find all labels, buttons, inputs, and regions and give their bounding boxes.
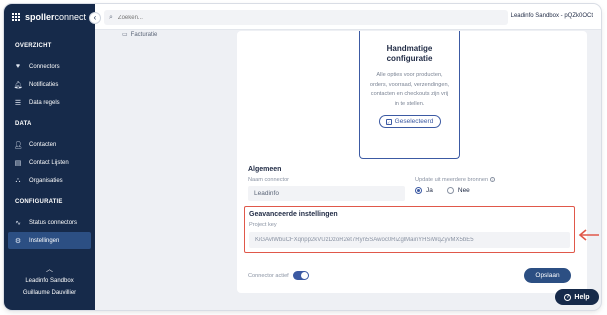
project-key-field[interactable] [249, 232, 570, 248]
advanced-heading: Geavanceerde instellingen [249, 211, 338, 218]
config-title: Handmatige configuratie [360, 44, 459, 64]
info-icon[interactable]: i [489, 177, 495, 183]
search-input[interactable] [117, 14, 498, 21]
bell-icon: 🔔︎ [13, 81, 23, 89]
sidebar-item-label: Status connectors [29, 219, 78, 226]
section-heading-configuratie: CONFIGURATIE [15, 199, 63, 205]
invoice-icon: ▭ [122, 32, 128, 38]
advanced-settings-highlight: Geavanceerde instellingen Project key [244, 206, 575, 253]
chevron-up-icon: ︿ [46, 266, 53, 273]
sidebar-item-label: Data regels [29, 99, 60, 106]
user-icon: 👤︎ [13, 141, 23, 149]
sidebar-item-connectors[interactable]: ♥ Connectors [8, 58, 91, 75]
sidebar-item-contacten[interactable]: 👤︎ Contacten [8, 136, 91, 153]
brand-name-a: spoller [25, 12, 55, 22]
search-icon: ⌕ [109, 13, 113, 21]
heart-icon: ♥ [15, 63, 21, 70]
connector-active-toggle[interactable] [293, 271, 309, 280]
config-description: Alle opties voor producten, orders, voor… [369, 72, 450, 107]
update-sources-text: Update uit meerdere bronnen [415, 177, 489, 183]
brand-name-b: connect [54, 12, 87, 22]
update-sources-radio-group: Ja Nee [415, 187, 470, 194]
section-heading-overzicht: OVERZICHT [15, 43, 52, 49]
connector-active-label: Connector actief [248, 273, 289, 279]
radio-yes-label[interactable]: Ja [426, 187, 433, 194]
sidebar-item-label: Organisaties [29, 177, 63, 184]
breadcrumb-label: Facturatie [130, 31, 158, 38]
config-title-line2: configuratie [386, 54, 433, 63]
logo[interactable]: spollerconnect [4, 4, 95, 30]
sidebar-item-contact-lijsten[interactable]: ▤ Contact Lijsten [8, 154, 91, 171]
save-button[interactable]: Opslaan [524, 268, 571, 283]
sidebar-item-label: Contact Lijsten [29, 159, 69, 166]
chevron-left-icon: ‹ [93, 13, 97, 22]
topbar: ⌕ Leadinfo Sandbox - pQZk0OCt [95, 4, 601, 30]
help-button[interactable]: ? Help [555, 289, 599, 305]
app-window: spollerconnect OVERZICHT ♥ Connectors 🔔︎… [4, 4, 601, 310]
config-title-line1: Handmatige [386, 44, 433, 53]
org-name: Leadinfo Sandbox [25, 278, 74, 284]
sidebar: spollerconnect OVERZICHT ♥ Connectors 🔔︎… [4, 4, 95, 310]
selected-button-label: Geselecteerd [394, 118, 434, 125]
radio-no-label[interactable]: Nee [458, 187, 470, 194]
contact-list-icon: ▤ [14, 159, 22, 167]
apps-grid-icon [12, 13, 20, 21]
search-bar[interactable]: ⌕ [104, 10, 508, 25]
settings-card: Handmatige configuratie Alle opties voor… [237, 31, 587, 293]
breadcrumb[interactable]: ▭ Facturatie [122, 31, 158, 39]
sidebar-item-notificaties[interactable]: 🔔︎ Notificaties [8, 76, 91, 93]
user-name: Guillaume Dauvillier [22, 290, 77, 296]
account-label[interactable]: Leadinfo Sandbox - pQZk0OCt [511, 13, 593, 19]
arrow-left-icon [578, 229, 599, 241]
question-icon: ? [564, 293, 572, 301]
sidebar-item-label: Contacten [29, 141, 57, 148]
config-option-tile[interactable]: Handmatige configuratie Alle opties voor… [359, 31, 460, 159]
pulse-icon: ∿ [15, 219, 21, 227]
gear-icon: ⚙ [14, 237, 22, 245]
organisation-icon: ⛬ [15, 176, 21, 184]
section-heading-data: DATA [15, 121, 32, 127]
list-icon: ☰ [14, 99, 22, 107]
help-label: Help [574, 293, 590, 301]
connector-name-field[interactable] [248, 186, 405, 201]
sidebar-item-label: Connectors [29, 63, 60, 70]
general-heading: Algemeen [248, 166, 282, 173]
sidebar-item-instellingen[interactable]: ⚙ Instellingen [8, 232, 91, 249]
connector-name-label: Naam connector [248, 177, 290, 183]
checkbox-icon: ✓ [385, 118, 392, 125]
radio-yes[interactable] [415, 187, 422, 194]
project-key-label: Project key [249, 222, 277, 228]
sidebar-item-label: Notificaties [29, 81, 59, 88]
sidebar-item-organisaties[interactable]: ⛬ Organisaties [8, 172, 91, 189]
update-sources-label: Update uit meerdere bronnen i [415, 177, 495, 183]
account-switcher[interactable]: ︿ Leadinfo Sandbox Guillaume Dauvillier [4, 264, 95, 310]
collapse-sidebar-button[interactable]: ‹ [89, 12, 101, 24]
selected-button[interactable]: ✓ Geselecteerd [378, 115, 441, 128]
radio-no[interactable] [446, 187, 454, 194]
sidebar-item-label: Instellingen [29, 237, 60, 244]
sidebar-item-data-regels[interactable]: ☰ Data regels [8, 94, 91, 111]
sidebar-item-status-connectors[interactable]: ∿ Status connectors [8, 214, 91, 231]
